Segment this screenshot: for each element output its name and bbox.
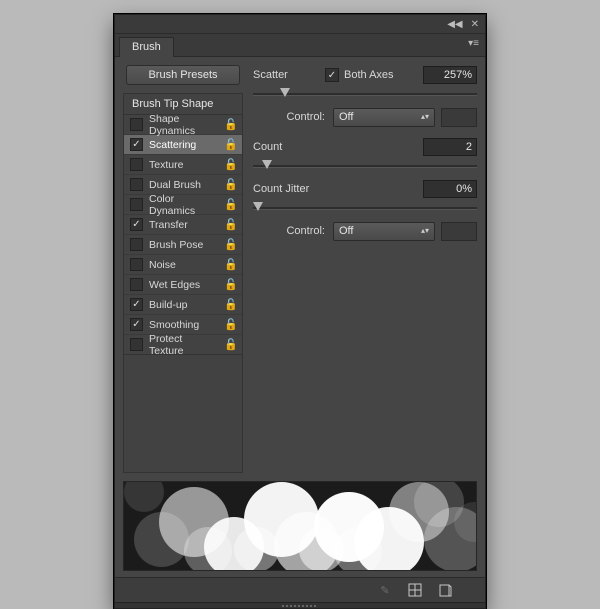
control-label-2: Control: (253, 225, 333, 237)
option-build-up[interactable]: Build-up 🔓 (124, 295, 242, 315)
chevron-updown-icon: ▴▾ (421, 113, 429, 121)
count-value-input[interactable]: 2 (423, 138, 477, 156)
option-checkbox[interactable] (130, 158, 143, 171)
option-color-dynamics[interactable]: Color Dynamics 🔓 (124, 195, 242, 215)
count-jitter-label: Count Jitter (253, 183, 343, 195)
collapse-icon[interactable]: ◀◀ (447, 19, 462, 30)
option-label: Build-up (149, 299, 218, 311)
option-label: Brush Pose (149, 239, 218, 251)
option-checkbox[interactable] (130, 298, 143, 311)
panel-resize-handle[interactable] (115, 602, 485, 608)
panel-titlebar: ◀◀ ✕ (115, 15, 485, 34)
lock-icon[interactable]: 🔓 (224, 118, 238, 131)
option-label: Shape Dynamics (149, 113, 218, 137)
brush-options-list: Brush Tip Shape Shape Dynamics🔓Scatterin… (123, 93, 243, 355)
scatter-row: Scatter Both Axes 257% (253, 65, 477, 85)
close-icon[interactable]: ✕ (471, 19, 479, 30)
brush-stroke-preview (123, 481, 477, 571)
option-checkbox[interactable] (130, 118, 143, 131)
option-label: Transfer (149, 219, 218, 231)
option-noise[interactable]: Noise 🔓 (124, 255, 242, 275)
option-checkbox[interactable] (130, 318, 143, 331)
options-empty-area (123, 355, 243, 473)
option-label: Texture (149, 159, 218, 171)
scatter-value-input[interactable]: 257% (423, 66, 477, 84)
option-label: Color Dynamics (149, 193, 218, 217)
count-slider[interactable] (253, 159, 477, 173)
option-label: Scattering (149, 139, 218, 151)
lock-icon[interactable]: 🔓 (224, 338, 238, 351)
lock-icon[interactable]: 🔓 (224, 278, 238, 291)
toggle-brush-panel-icon[interactable]: ✎ (377, 582, 393, 598)
option-checkbox[interactable] (130, 178, 143, 191)
count-jitter-control-swatch (441, 222, 477, 241)
count-jitter-slider[interactable] (253, 201, 477, 215)
brush-presets-button[interactable]: Brush Presets (126, 65, 240, 85)
option-checkbox[interactable] (130, 198, 143, 211)
option-texture[interactable]: Texture 🔓 (124, 155, 242, 175)
lock-icon[interactable]: 🔓 (224, 178, 238, 191)
scatter-slider[interactable] (253, 87, 477, 101)
count-label: Count (253, 141, 325, 153)
count-jitter-row: Count Jitter 0% (253, 179, 477, 199)
control-label: Control: (253, 111, 333, 123)
both-axes-checkbox[interactable] (325, 68, 339, 82)
lock-icon[interactable]: 🔓 (224, 238, 238, 251)
option-brush-pose[interactable]: Brush Pose 🔓 (124, 235, 242, 255)
tab-brush[interactable]: Brush (119, 37, 174, 57)
new-preset-icon[interactable] (437, 582, 453, 598)
option-label: Noise (149, 259, 218, 271)
option-label: Dual Brush (149, 179, 218, 191)
option-checkbox[interactable] (130, 218, 143, 231)
panel-footer: ✎ (115, 577, 485, 602)
option-wet-edges[interactable]: Wet Edges 🔓 (124, 275, 242, 295)
option-transfer[interactable]: Transfer 🔓 (124, 215, 242, 235)
chevron-updown-icon: ▴▾ (421, 227, 429, 235)
lock-icon[interactable]: 🔓 (224, 218, 238, 231)
scattering-settings: Scatter Both Axes 257% Control: Off▴▾ Co… (253, 65, 477, 473)
scatter-control-row: Control: Off▴▾ (253, 107, 477, 127)
option-label: Protect Texture (149, 333, 218, 357)
lock-icon[interactable]: 🔓 (224, 258, 238, 271)
preset-view-icon[interactable] (407, 582, 423, 598)
brush-panel: ◀◀ ✕ Brush ▾≡ Brush Presets Brush Tip Sh… (114, 14, 486, 609)
panel-tab-row: Brush ▾≡ (115, 34, 485, 57)
option-scattering[interactable]: Scattering 🔓 (124, 135, 242, 155)
count-jitter-value-input[interactable]: 0% (423, 180, 477, 198)
option-checkbox[interactable] (130, 278, 143, 291)
scatter-control-swatch (441, 108, 477, 127)
both-axes-label: Both Axes (344, 69, 394, 81)
scatter-control-select[interactable]: Off▴▾ (333, 108, 435, 127)
option-protect-texture[interactable]: Protect Texture 🔓 (124, 335, 242, 354)
option-checkbox[interactable] (130, 258, 143, 271)
lock-icon[interactable]: 🔓 (224, 198, 238, 211)
count-row: Count 2 (253, 137, 477, 157)
lock-icon[interactable]: 🔓 (224, 318, 238, 331)
panel-menu-icon[interactable]: ▾≡ (468, 38, 479, 49)
option-shape-dynamics[interactable]: Shape Dynamics 🔓 (124, 115, 242, 135)
option-checkbox[interactable] (130, 338, 143, 351)
option-label: Smoothing (149, 319, 218, 331)
count-jitter-control-row: Control: Off▴▾ (253, 221, 477, 241)
option-checkbox[interactable] (130, 138, 143, 151)
brush-options-column: Brush Presets Brush Tip Shape Shape Dyna… (123, 65, 243, 473)
option-label: Wet Edges (149, 279, 218, 291)
lock-icon[interactable]: 🔓 (224, 298, 238, 311)
lock-icon[interactable]: 🔓 (224, 138, 238, 151)
scatter-label: Scatter (253, 69, 325, 81)
count-jitter-control-select[interactable]: Off▴▾ (333, 222, 435, 241)
lock-icon[interactable]: 🔓 (224, 158, 238, 171)
option-checkbox[interactable] (130, 238, 143, 251)
